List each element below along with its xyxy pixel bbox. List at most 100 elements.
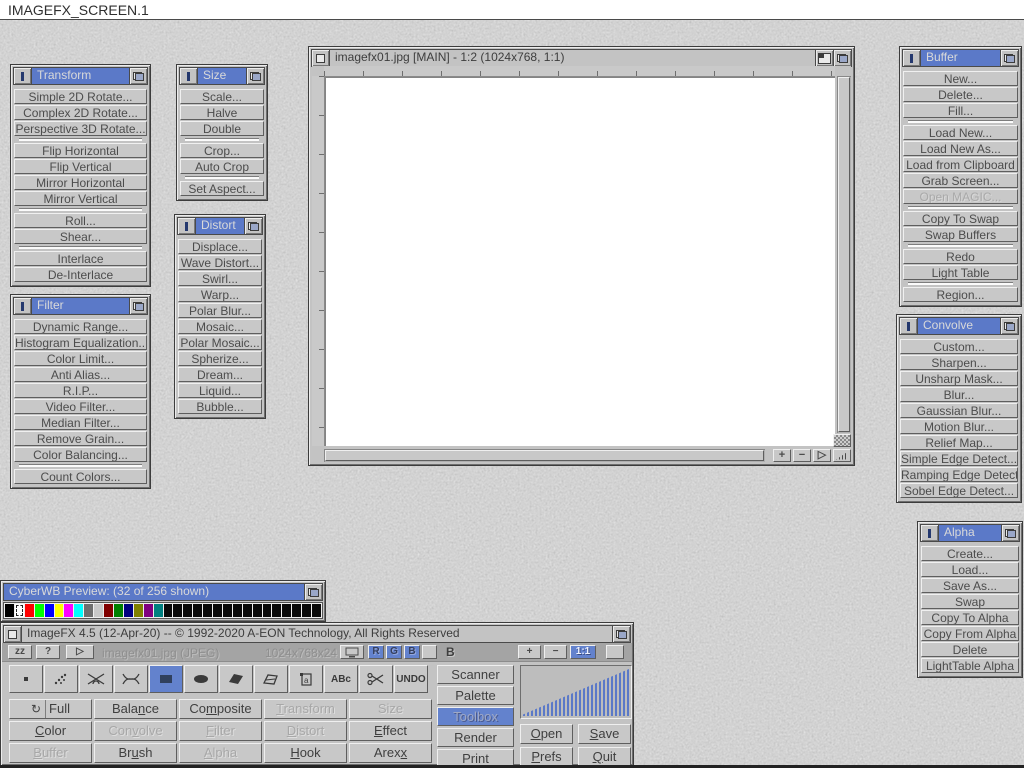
menu-button[interactable]: R.I.P... <box>14 383 147 398</box>
menu-button[interactable]: Load from Clipboard <box>903 157 1018 172</box>
line-tool-button[interactable] <box>79 665 113 693</box>
depth-gadget[interactable] <box>244 218 262 234</box>
iconify-gadget[interactable] <box>14 68 32 84</box>
palette-swatch[interactable] <box>114 604 123 617</box>
palette-swatch[interactable] <box>203 604 212 617</box>
menu-button[interactable]: Sharpen... <box>900 355 1018 370</box>
menu-button[interactable]: Halve <box>180 105 264 120</box>
palette-swatch[interactable] <box>263 604 272 617</box>
menu-button[interactable]: Polar Mosaic... <box>178 335 262 350</box>
menu-button[interactable]: Delete... <box>903 87 1018 102</box>
menu-button[interactable]: Region... <box>903 287 1018 302</box>
menu-button[interactable]: Dream... <box>178 367 262 382</box>
brush-button[interactable]: Brush <box>94 743 177 763</box>
palette-swatch[interactable] <box>183 604 192 617</box>
vertical-scrollbar[interactable] <box>837 76 851 433</box>
palette-swatch[interactable] <box>223 604 232 617</box>
iconify-gadget[interactable] <box>180 68 198 84</box>
iconify-gadget[interactable] <box>178 218 196 234</box>
screen-mode-button[interactable] <box>340 645 364 659</box>
arexx-button[interactable]: Arexx <box>349 743 432 763</box>
save-button[interactable]: Save <box>578 724 631 744</box>
menu-button[interactable]: Copy To Alpha <box>921 610 1019 625</box>
menu-button[interactable]: Load New As... <box>903 141 1018 156</box>
quit-button[interactable]: Quit <box>578 747 631 767</box>
menu-button[interactable]: Mirror Vertical <box>14 191 147 206</box>
menu-button[interactable]: Load... <box>921 562 1019 577</box>
menu-button[interactable]: Save As... <box>921 578 1019 593</box>
menu-button[interactable]: Create... <box>921 546 1019 561</box>
menu-button[interactable]: Color Limit... <box>14 351 147 366</box>
alpha-titlebar[interactable]: Alpha <box>920 524 1020 542</box>
open-button[interactable]: Open <box>520 724 573 744</box>
palette-swatch[interactable] <box>173 604 182 617</box>
palette-swatch[interactable] <box>124 604 133 617</box>
menu-button[interactable]: Set Aspect... <box>180 181 264 196</box>
effect-button[interactable]: Effect <box>349 721 432 741</box>
menu-button[interactable]: Shear... <box>14 229 147 244</box>
palette-swatch[interactable] <box>193 604 202 617</box>
scanner-button[interactable]: Scanner <box>437 665 514 684</box>
menu-button[interactable]: LightTable Alpha <box>921 658 1019 673</box>
menu-button[interactable]: Grab Screen... <box>903 173 1018 188</box>
horizontal-scrollbar[interactable] <box>324 449 765 462</box>
menu-button[interactable]: Sobel Edge Detect... <box>900 483 1018 498</box>
curve-tool-button[interactable] <box>114 665 148 693</box>
menu-button[interactable]: Bubble... <box>178 399 262 414</box>
blue-channel-toggle[interactable]: B <box>404 645 420 659</box>
palette-swatch[interactable] <box>84 604 93 617</box>
color-button[interactable]: Color <box>9 721 92 741</box>
menu-button[interactable]: Remove Grain... <box>14 431 147 446</box>
palette-swatch[interactable] <box>25 604 34 617</box>
menu-button[interactable]: Wave Distort... <box>178 255 262 270</box>
menu-button[interactable]: Delete <box>921 642 1019 657</box>
menu-button[interactable]: Swap <box>921 594 1019 609</box>
menu-button[interactable]: Polar Blur... <box>178 303 262 318</box>
menu-button[interactable]: Crop... <box>180 143 264 158</box>
pan-button[interactable]: ▷ <box>813 449 831 462</box>
menu-button[interactable]: Gaussian Blur... <box>900 403 1018 418</box>
zoom-out-button[interactable]: − <box>793 449 811 462</box>
zoom-in-button[interactable]: + <box>518 645 541 659</box>
menu-button[interactable]: Custom... <box>900 339 1018 354</box>
pattern-button[interactable] <box>606 645 624 659</box>
main-titlebar[interactable]: ImageFX 4.5 (12-Apr-20) -- © 1992-2020 A… <box>3 625 631 643</box>
box-tool-button[interactable] <box>149 665 183 693</box>
palette-swatch[interactable] <box>302 604 311 617</box>
close-gadget[interactable] <box>4 626 22 642</box>
scroll-corner-button[interactable] <box>833 434 851 447</box>
menu-button[interactable]: Interlace <box>14 251 147 266</box>
menu-button[interactable]: Video Filter... <box>14 399 147 414</box>
zoom-ramp-button[interactable] <box>833 449 851 462</box>
iconify-gadget[interactable] <box>921 525 939 541</box>
menu-button[interactable]: Simple 2D Rotate... <box>14 89 147 104</box>
menu-button[interactable]: Motion Blur... <box>900 419 1018 434</box>
palette-swatch[interactable] <box>312 604 321 617</box>
run-script-button[interactable]: ▷ <box>66 645 94 659</box>
menu-button[interactable]: Mosaic... <box>178 319 262 334</box>
prefs-button[interactable]: Prefs <box>520 747 573 767</box>
menu-button[interactable]: Simple Edge Detect... <box>900 451 1018 466</box>
menu-button[interactable]: Warp... <box>178 287 262 302</box>
palette-titlebar[interactable]: CyberWB Preview: (32 of 256 shown) <box>3 583 323 601</box>
menu-button[interactable]: Relief Map... <box>900 435 1018 450</box>
palette-swatch[interactable] <box>154 604 163 617</box>
full-button[interactable]: ↻Full <box>9 699 92 719</box>
render-button[interactable]: Render <box>437 728 514 747</box>
palette-swatch[interactable] <box>144 604 153 617</box>
iconify-gadget[interactable] <box>900 318 918 334</box>
menu-button[interactable]: Redo <box>903 249 1018 264</box>
zoom-1to1-button[interactable]: 1:1 <box>570 645 596 659</box>
menu-button[interactable]: Anti Alias... <box>14 367 147 382</box>
menu-button[interactable]: Ramping Edge Detect <box>900 467 1018 482</box>
hook-button[interactable]: Hook <box>264 743 347 763</box>
sleep-button[interactable]: zz <box>8 645 32 659</box>
red-channel-toggle[interactable]: R <box>368 645 384 659</box>
palette-swatch[interactable] <box>213 604 222 617</box>
screen-title-bar[interactable]: IMAGEFX_SCREEN.1 <box>0 0 1024 20</box>
toolbox-button[interactable]: Toolbox <box>437 707 514 726</box>
horizontal-scroll-thumb[interactable] <box>325 450 764 461</box>
palette-swatch[interactable] <box>35 604 44 617</box>
palette-swatch[interactable] <box>243 604 252 617</box>
depth-gadget[interactable] <box>129 68 147 84</box>
